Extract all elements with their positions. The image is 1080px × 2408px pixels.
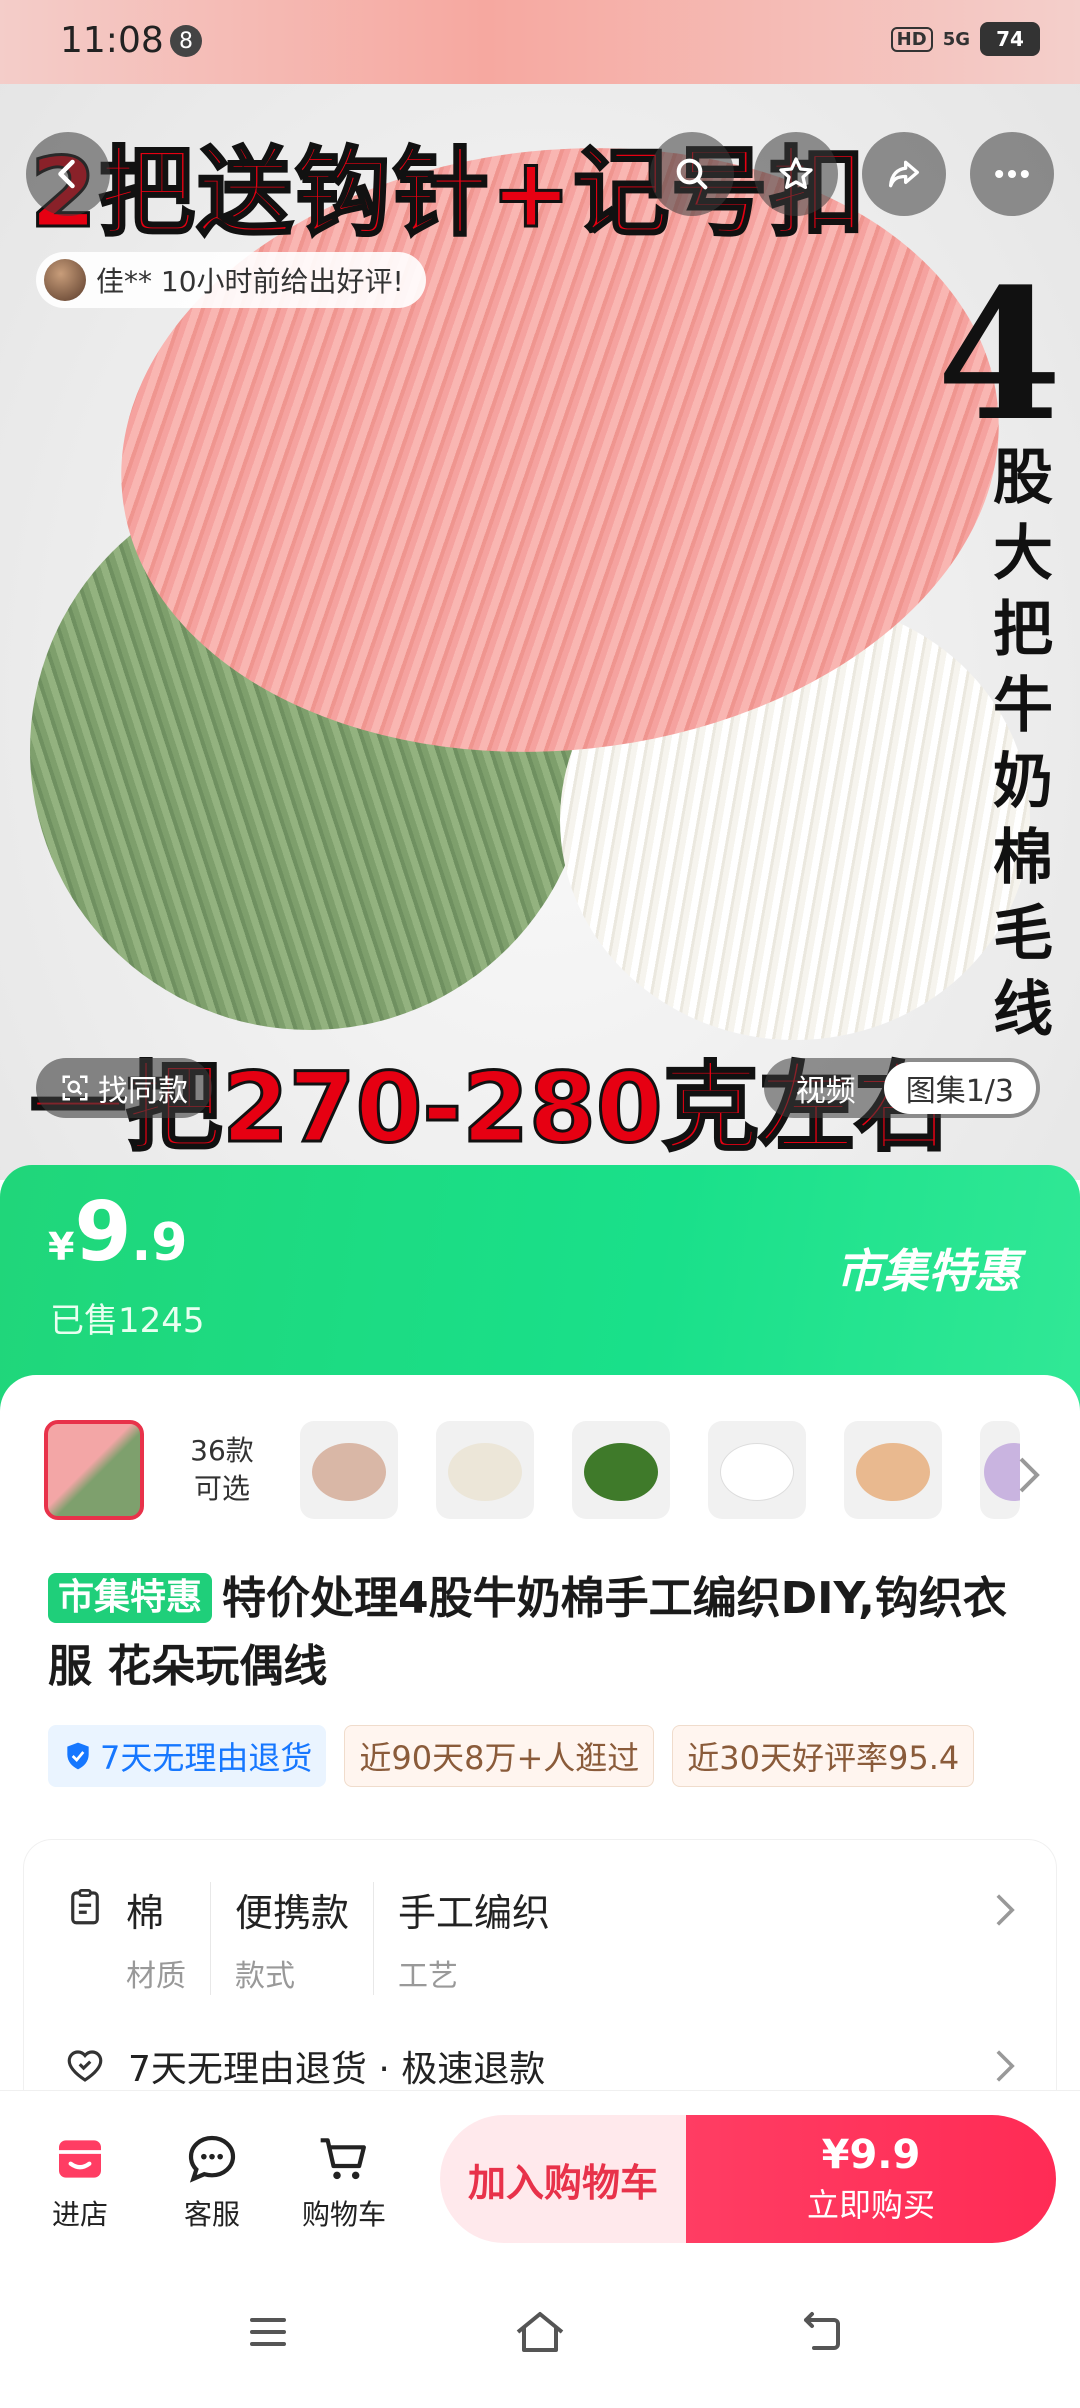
variant-color xyxy=(856,1443,930,1501)
shop-label: 进店 xyxy=(51,2198,108,2231)
promo-tag: 市集特惠 xyxy=(836,1244,1020,1298)
attribute-craft: 手工编织 工艺 xyxy=(373,1882,574,1995)
chevron-right-icon[interactable] xyxy=(992,1892,1018,1928)
attribute-material: 棉 材质 xyxy=(106,1882,210,1995)
product-image[interactable]: 2把送钩针+记号扣 4 股大把牛奶棉毛线 一把270-280克左右 佳** 10… xyxy=(0,0,1080,1180)
hd-icon: HD xyxy=(890,26,933,52)
system-navigation-bar xyxy=(0,2270,1080,2408)
clipboard-icon xyxy=(71,1888,99,1925)
attribute-value: 手工编织 xyxy=(398,1891,551,1935)
image-overlay-number: 4 xyxy=(936,250,1062,461)
service-chips: 7天无理由退货 近90天8万+人逛过 近30天好评率95.4 xyxy=(48,1725,1032,1787)
price-integer: 9 xyxy=(74,1185,132,1280)
variant-thumb[interactable] xyxy=(436,1421,534,1519)
product-title: 市集特惠 特价处理4股牛奶棉手工编织DIY,钩织衣服 花朵玩偶线 xyxy=(48,1565,1038,1701)
menu-icon[interactable] xyxy=(244,2308,292,2360)
chip-label: 近30天好评率95.4 xyxy=(687,1739,960,1777)
variant-color xyxy=(584,1443,658,1501)
customer-service-button[interactable]: 客服 xyxy=(162,2131,262,2233)
favorite-button[interactable] xyxy=(754,132,838,216)
chip-return-policy[interactable]: 7天无理由退货 xyxy=(48,1725,327,1787)
variant-thumb[interactable] xyxy=(572,1421,670,1519)
variant-count: 36款 可选 xyxy=(182,1432,262,1508)
attribute-style: 便携款 款式 xyxy=(210,1882,373,1995)
add-to-cart-button[interactable]: 加入购物车 xyxy=(440,2115,686,2243)
recent-review-chip[interactable]: 佳** 10小时前给出好评! xyxy=(36,252,426,308)
variant-thumb[interactable] xyxy=(844,1421,942,1519)
variant-selected-thumb[interactable] xyxy=(44,1420,144,1520)
buy-now-price: ¥9.9 xyxy=(821,2132,921,2178)
attributes-row[interactable]: 棉 材质 便携款 款式 手工编织 工艺 xyxy=(64,1882,574,1995)
variant-count-number: 36款 xyxy=(190,1434,254,1467)
chat-bubble-icon xyxy=(188,2135,236,2183)
more-dots-icon xyxy=(995,169,1029,179)
variant-thumb[interactable] xyxy=(708,1421,806,1519)
attribute-value: 便携款 xyxy=(235,1891,350,1935)
shield-check-icon xyxy=(67,1742,89,1770)
chevron-left-icon xyxy=(58,159,75,189)
more-button[interactable] xyxy=(970,132,1054,216)
back-button[interactable] xyxy=(26,132,110,216)
shop-icon xyxy=(59,2140,101,2178)
status-bar: 11:08 8 HD 5G 74 xyxy=(0,0,1080,84)
chip-visitors[interactable]: 近90天8万+人逛过 xyxy=(344,1725,655,1787)
variant-thumb[interactable] xyxy=(300,1421,398,1519)
price-currency: ¥ xyxy=(48,1225,75,1269)
battery-icon: 74 xyxy=(980,22,1040,56)
tab-video[interactable]: 视频 xyxy=(768,1066,884,1110)
chip-rating[interactable]: 近30天好评率95.4 xyxy=(672,1725,975,1787)
scan-icon xyxy=(62,1075,88,1101)
cart-button[interactable]: 购物车 xyxy=(294,2131,394,2233)
status-time: 11:08 xyxy=(60,20,164,61)
signal-icon: 5G xyxy=(942,28,970,50)
review-text: 佳** 10小时前给出好评! xyxy=(96,265,404,298)
price: ¥9.9 xyxy=(48,1185,187,1280)
share-button[interactable] xyxy=(862,132,946,216)
shop-button[interactable]: 进店 xyxy=(30,2131,130,2233)
sold-count: 已售1245 xyxy=(50,1301,205,1341)
variant-color xyxy=(312,1443,386,1501)
variant-color xyxy=(720,1443,794,1501)
avatar xyxy=(44,259,86,301)
star-icon xyxy=(779,157,813,189)
search-icon xyxy=(676,158,708,190)
purchase-buttons: 加入购物车 ¥9.9 立即购买 xyxy=(440,2115,1056,2243)
cart-icon xyxy=(320,2138,366,2180)
customer-service-label: 客服 xyxy=(183,2198,240,2231)
share-icon xyxy=(889,160,919,188)
image-overlay-text-top: 2把送钩针+记号扣 xyxy=(28,136,868,251)
variant-color xyxy=(448,1443,522,1501)
heart-shield-icon xyxy=(67,2050,103,2082)
find-same-button[interactable]: 找同款 xyxy=(36,1058,212,1118)
attribute-value: 棉 xyxy=(126,1891,165,1935)
media-switch: 视频 图集1/3 xyxy=(763,1058,1040,1118)
attribute-label: 工艺 xyxy=(398,1959,459,1994)
back-nav-icon[interactable] xyxy=(798,2308,846,2360)
image-overlay-vertical-text: 股大把牛奶棉毛线 xyxy=(993,443,1053,1045)
product-detail-sheet: 36款 可选 市集特惠 特价处理4股牛奶棉手工编织DIY,钩织衣服 花朵玩偶线 7… xyxy=(0,1375,1080,2140)
cart-label: 购物车 xyxy=(301,2198,386,2231)
buy-now-button[interactable]: ¥9.9 立即购买 xyxy=(686,2115,1056,2243)
buy-now-label: 立即购买 xyxy=(806,2186,935,2224)
chevron-right-icon[interactable] xyxy=(1014,1455,1044,1495)
price-decimal: .9 xyxy=(131,1213,188,1273)
home-icon[interactable] xyxy=(512,2308,568,2360)
attribute-label: 材质 xyxy=(126,1959,186,1994)
chip-label: 7天无理由退货 xyxy=(100,1739,313,1777)
bottom-action-bar: 进店 客服 购物车 加入购物车 ¥9.9 立即购买 xyxy=(0,2090,1080,2270)
notification-badge: 8 xyxy=(170,25,202,57)
attribute-label: 款式 xyxy=(235,1959,295,1994)
variant-count-label: 可选 xyxy=(193,1472,250,1505)
variant-selector[interactable]: 36款 可选 xyxy=(44,1420,1020,1520)
search-button[interactable] xyxy=(650,132,734,216)
find-same-label: 找同款 xyxy=(98,1074,188,1109)
return-policy-text: 7天无理由退货 · 极速退款 xyxy=(128,2049,546,2090)
tab-album[interactable]: 图集1/3 xyxy=(883,1062,1036,1114)
return-policy-row[interactable]: 7天无理由退货 · 极速退款 xyxy=(64,2040,545,2092)
chip-label: 近90天8万+人逛过 xyxy=(359,1739,640,1777)
chevron-right-icon[interactable] xyxy=(992,2048,1018,2084)
title-promo-tag: 市集特惠 xyxy=(48,1573,213,1623)
